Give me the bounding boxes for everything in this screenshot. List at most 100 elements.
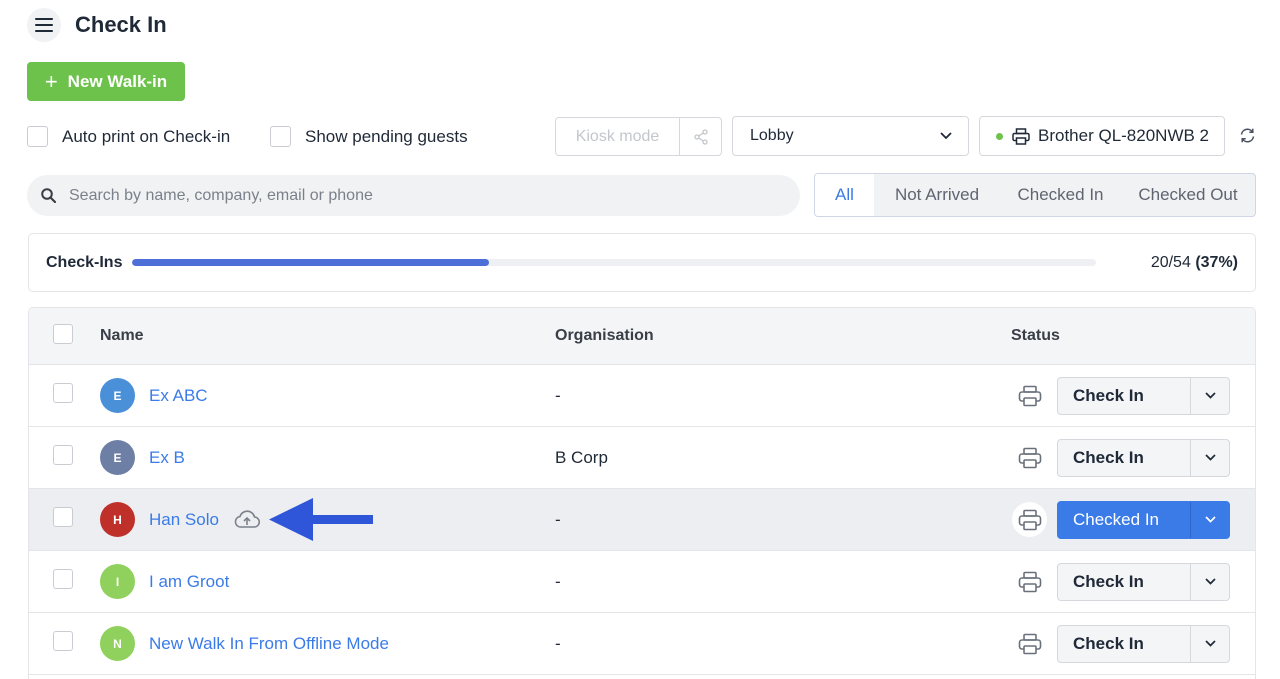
refresh-icon <box>1240 128 1255 143</box>
row-checkbox[interactable] <box>53 507 73 527</box>
chevron-down-icon <box>1204 578 1216 585</box>
check-in-button[interactable]: Check In <box>1058 563 1191 600</box>
row-checkbox[interactable] <box>53 631 73 651</box>
column-header-name[interactable]: Name <box>100 327 144 345</box>
search-input[interactable] <box>69 186 759 205</box>
table-row: E Ex ABC - Check In <box>29 365 1255 427</box>
status-split-button: Check In <box>1057 438 1230 477</box>
auto-print-option[interactable]: Auto print on Check-in <box>27 126 230 147</box>
checkins-count-value: 20/54 <box>1150 253 1191 271</box>
status-split-button: Checked In <box>1057 500 1230 539</box>
new-walkin-label: New Walk-in <box>67 71 168 91</box>
show-pending-option[interactable]: Show pending guests <box>270 126 468 147</box>
location-selected: Lobby <box>750 127 794 144</box>
column-header-organisation[interactable]: Organisation <box>555 327 654 345</box>
status-dropdown-button[interactable] <box>1191 502 1229 538</box>
checkins-progress-fill <box>132 259 489 266</box>
organisation-cell: - <box>555 509 561 529</box>
chevron-down-icon <box>940 132 952 140</box>
printer-online-dot <box>996 132 1003 140</box>
organisation-cell: - <box>555 633 561 653</box>
check-in-button[interactable]: Check In <box>1058 377 1191 414</box>
printer-icon <box>1018 509 1041 530</box>
guest-table: Name Organisation Status E Ex ABC - Check I… <box>28 307 1256 679</box>
status-split-button: Check In <box>1057 624 1230 663</box>
checkins-count: 20/54 (37%) <box>1151 254 1238 272</box>
guest-name-link[interactable]: Ex ABC <box>149 386 208 406</box>
search-bar <box>27 175 800 216</box>
status-split-button: Check In <box>1057 562 1230 601</box>
printer-icon <box>1012 127 1030 145</box>
printer-icon <box>1018 385 1041 406</box>
page-header: Check In <box>27 8 167 42</box>
avatar: H <box>100 502 135 537</box>
filter-tab-checked-in[interactable]: Checked In <box>1000 174 1121 216</box>
avatar: E <box>100 378 135 413</box>
kiosk-share-button[interactable] <box>680 118 721 155</box>
filter-tab-not-arrived[interactable]: Not Arrived <box>874 174 1000 216</box>
row-checkbox[interactable] <box>53 445 73 465</box>
checkins-progress-bar <box>132 259 1096 266</box>
avatar: I <box>100 564 135 599</box>
plus-icon: + <box>44 68 58 94</box>
guest-name-cell: I I am Groot <box>100 564 229 599</box>
guest-name-cell: E Ex ABC <box>100 378 208 413</box>
column-header-status[interactable]: Status <box>1011 327 1060 345</box>
select-all-checkbox[interactable] <box>53 323 73 344</box>
row-checkbox[interactable] <box>53 569 73 589</box>
status-split-button: Check In <box>1057 376 1230 415</box>
guest-name-link[interactable]: I am Groot <box>149 572 229 592</box>
table-row: I I am Groot - Check In <box>29 551 1255 613</box>
organisation-cell: - <box>555 571 561 591</box>
table-row: E Ex B B Corp Check In <box>29 427 1255 489</box>
check-in-button[interactable]: Check In <box>1058 439 1191 476</box>
auto-print-label: Auto print on Check-in <box>62 126 231 146</box>
chevron-down-icon <box>1204 392 1216 399</box>
print-badge-button[interactable] <box>1012 564 1047 599</box>
table-row: H Han Solo - Checked In <box>29 489 1255 551</box>
printer-selected: Brother QL-820NWB 2 <box>1038 126 1210 145</box>
print-badge-button[interactable] <box>1012 378 1047 413</box>
guest-name-link[interactable]: New Walk In From Offline Mode <box>149 634 389 654</box>
filter-tab-checked-out[interactable]: Checked Out <box>1121 174 1255 216</box>
chevron-down-icon <box>1204 516 1216 523</box>
menu-icon <box>35 18 53 32</box>
check-in-button[interactable]: Check In <box>1058 625 1191 662</box>
checkins-progress-card: Check-Ins 20/54 (37%) <box>28 233 1256 292</box>
guest-name-cell: E Ex B <box>100 440 185 475</box>
status-filter-tabs: All Not Arrived Checked In Checked Out <box>814 173 1256 217</box>
show-pending-checkbox[interactable] <box>270 126 291 147</box>
avatar: E <box>100 440 135 475</box>
status-dropdown-button[interactable] <box>1191 440 1229 476</box>
hamburger-menu-button[interactable] <box>27 8 61 42</box>
check-in-button[interactable]: Checked In <box>1058 501 1191 538</box>
kiosk-mode-button[interactable]: Kiosk mode <box>556 118 680 155</box>
print-badge-button[interactable] <box>1012 502 1047 537</box>
organisation-cell: - <box>555 385 561 405</box>
status-dropdown-button[interactable] <box>1191 564 1229 600</box>
page-title: Check In <box>75 12 167 37</box>
refresh-button[interactable] <box>1239 127 1256 149</box>
auto-print-checkbox[interactable] <box>27 126 48 147</box>
status-dropdown-button[interactable] <box>1191 626 1229 662</box>
guest-name-link[interactable]: Ex B <box>149 448 185 468</box>
row-checkbox[interactable] <box>53 383 73 403</box>
location-select[interactable]: Lobby <box>732 116 969 156</box>
print-badge-button[interactable] <box>1012 440 1047 475</box>
guest-name-cell: N New Walk In From Offline Mode <box>100 626 389 661</box>
new-walkin-button[interactable]: + New Walk-in <box>27 62 185 101</box>
printer-select[interactable]: Brother QL-820NWB 2 <box>979 116 1225 156</box>
show-pending-label: Show pending guests <box>305 126 468 146</box>
guest-name-link[interactable]: Han Solo <box>149 510 219 530</box>
organisation-cell: B Corp <box>555 447 608 467</box>
printer-icon <box>1018 633 1041 654</box>
table-row: N New Walk In From Offline Mode - Check In <box>29 613 1255 675</box>
printer-icon <box>1018 571 1041 592</box>
printer-icon <box>1018 447 1041 468</box>
status-dropdown-button[interactable] <box>1191 378 1229 414</box>
chevron-down-icon <box>1204 640 1216 647</box>
filter-tab-all[interactable]: All <box>815 174 874 216</box>
checkins-percent: (37%) <box>1195 253 1238 271</box>
table-header: Name Organisation Status <box>29 308 1255 365</box>
print-badge-button[interactable] <box>1012 626 1047 661</box>
